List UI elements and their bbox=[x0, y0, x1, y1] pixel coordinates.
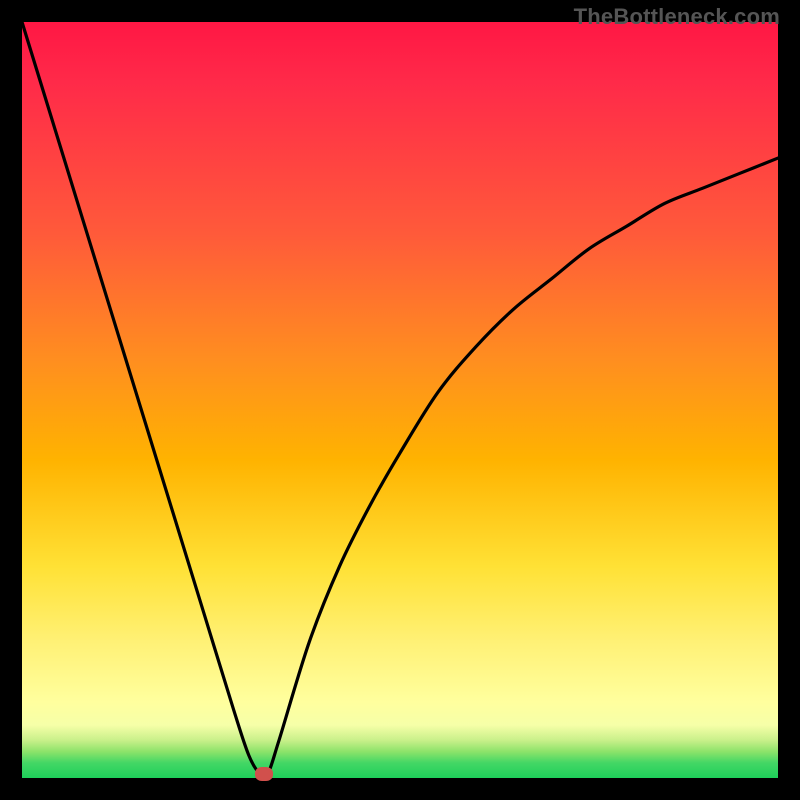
minimum-marker bbox=[255, 767, 273, 781]
watermark-text: TheBottleneck.com bbox=[574, 4, 780, 30]
chart-frame: TheBottleneck.com bbox=[0, 0, 800, 800]
bottleneck-curve bbox=[22, 22, 778, 778]
